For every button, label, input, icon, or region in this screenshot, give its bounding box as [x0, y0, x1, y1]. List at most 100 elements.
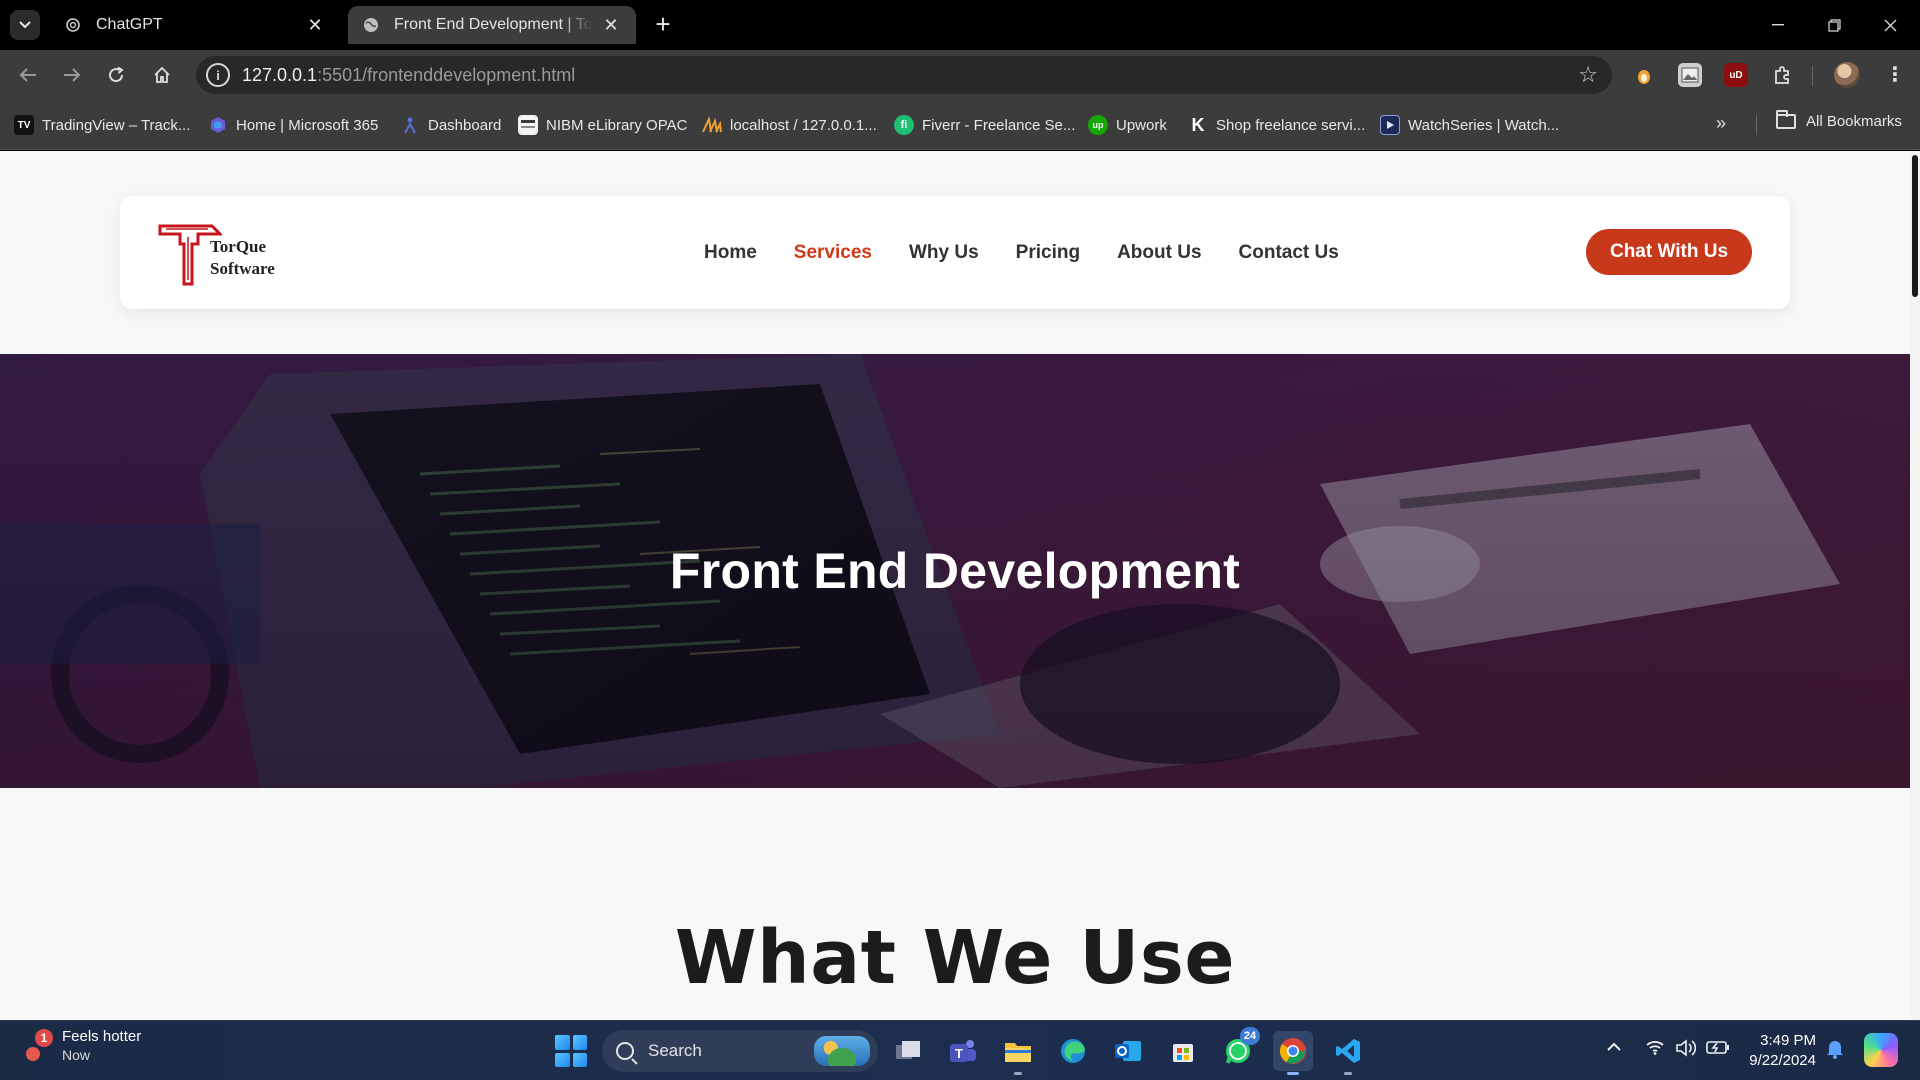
bookmark-item[interactable]: fi Fiverr - Freelance Se... [894, 113, 1075, 137]
whatsapp-icon[interactable]: 24 [1218, 1027, 1260, 1071]
weather-subtitle: Now [62, 1047, 91, 1063]
tab-front-end-development[interactable]: Front End Development | TorqueSoftware ✕ [348, 6, 636, 44]
bookmark-label: Fiverr - Freelance Se... [922, 116, 1076, 134]
nav-home[interactable]: Home [704, 242, 757, 264]
wifi-icon[interactable] [1645, 1039, 1665, 1060]
scrollbar-thumb[interactable] [1912, 155, 1918, 297]
vscode-icon[interactable] [1328, 1031, 1368, 1075]
close-window-button[interactable] [1870, 8, 1910, 42]
bookmark-label: TradingView – Track... [42, 116, 191, 134]
chat-with-us-button[interactable]: Chat With Us [1586, 229, 1752, 275]
url-text: 127.0.0.1:5501/frontenddevelopment.html [242, 65, 576, 85]
file-explorer-icon[interactable] [998, 1031, 1038, 1075]
bookmark-label: NIBM eLibrary OPAC [546, 116, 688, 134]
upwork-icon: up [1088, 115, 1108, 135]
minimize-icon [1772, 24, 1784, 26]
bookmark-label: WatchSeries | Watch... [1408, 116, 1560, 134]
extensions-puzzle-icon[interactable] [1770, 63, 1794, 87]
nav-why-us[interactable]: Why Us [909, 242, 979, 264]
task-view-icon[interactable] [888, 1031, 928, 1071]
battery-icon[interactable] [1706, 1039, 1730, 1060]
nav-services[interactable]: Services [794, 242, 872, 264]
restore-icon [1827, 18, 1841, 32]
home-button[interactable] [146, 59, 178, 91]
bookmark-item[interactable]: up Upwork [1088, 113, 1167, 137]
teams-icon[interactable]: T [943, 1031, 983, 1071]
bookmark-separator [1756, 115, 1757, 135]
extension-screenshot-icon[interactable] [1678, 63, 1702, 87]
bookmark-star-icon[interactable]: ☆ [1578, 62, 1598, 88]
page-scrollbar[interactable] [1910, 151, 1920, 1020]
watchseries-icon [1380, 115, 1400, 135]
hero-banner: Front End Development [0, 354, 1910, 788]
close-icon [1884, 19, 1896, 31]
show-hidden-icons-icon[interactable] [1606, 1039, 1622, 1057]
logo-line-1: TorQue [210, 237, 267, 256]
notification-bell-icon[interactable] [1826, 1039, 1844, 1059]
address-bar[interactable]: i 127.0.0.1:5501/frontenddevelopment.htm… [196, 56, 1612, 94]
page-viewport: TorQue Software Home Services Why Us Pri… [0, 151, 1920, 1020]
tab-chatgpt[interactable]: ChatGPT ✕ [50, 6, 340, 44]
bookmark-item[interactable]: Home | Microsoft 365 [208, 113, 378, 137]
extension-orange-icon[interactable] [1632, 63, 1656, 87]
whatsapp-badge: 24 [1240, 1027, 1260, 1045]
tab-search-button[interactable] [10, 10, 40, 40]
bookmark-item[interactable]: WatchSeries | Watch... [1380, 113, 1559, 137]
all-bookmarks-label: All Bookmarks [1806, 113, 1902, 130]
all-bookmarks-button[interactable]: All Bookmarks [1776, 110, 1902, 130]
fiverr-icon: fi [894, 115, 914, 135]
bookmark-item[interactable]: localhost / 127.0.0.1... [702, 113, 877, 137]
bookmark-label: Home | Microsoft 365 [236, 116, 379, 134]
weather-widget[interactable]: 1 Feels hotter Now [24, 1027, 141, 1065]
arrow-right-icon [64, 68, 81, 82]
chrome-icon[interactable] [1273, 1031, 1313, 1075]
dashboard-icon [400, 115, 420, 135]
nav-pricing[interactable]: Pricing [1016, 242, 1080, 264]
site-header: TorQue Software Home Services Why Us Pri… [120, 196, 1790, 309]
toolbar-separator [1812, 66, 1813, 86]
outlook-icon[interactable] [1108, 1031, 1148, 1071]
more-bookmarks-icon[interactable]: » [1716, 113, 1726, 134]
system-clock[interactable]: 3:49 PM 9/22/2024 [1744, 1031, 1816, 1071]
minimize-button[interactable] [1758, 8, 1798, 42]
ublock-icon[interactable]: uD [1724, 63, 1748, 87]
search-placeholder: Search [648, 1041, 702, 1060]
edge-icon[interactable] [1053, 1031, 1093, 1071]
globe-icon [362, 16, 380, 34]
new-tab-button[interactable]: + [650, 11, 676, 38]
browser-tab-strip: ChatGPT ✕ Front End Development | Torque… [0, 0, 1920, 50]
tradingview-icon: TV [14, 115, 34, 135]
bookmark-item[interactable]: Dashboard [400, 113, 501, 137]
microsoft-store-icon[interactable] [1163, 1031, 1203, 1071]
start-button[interactable] [555, 1035, 587, 1067]
clock-time: 3:49 PM [1760, 1032, 1816, 1049]
browser-menu-icon[interactable]: ⋮ [1880, 60, 1910, 90]
home-icon [154, 66, 170, 83]
profile-avatar[interactable] [1834, 62, 1860, 88]
tab-label: Front End Development | TorqueSoftware [394, 16, 592, 33]
phpmyadmin-icon [702, 115, 722, 135]
info-icon[interactable]: i [206, 63, 230, 87]
clock-date: 9/22/2024 [1749, 1052, 1816, 1069]
weather-title: Feels hotter [62, 1028, 142, 1045]
taskbar-search[interactable]: Search [602, 1030, 878, 1072]
bookmark-item[interactable]: NIBM eLibrary OPAC [518, 113, 687, 137]
nav-about-us[interactable]: About Us [1117, 242, 1201, 264]
reload-icon [109, 66, 124, 83]
search-highlight-image [814, 1036, 870, 1066]
close-icon[interactable]: ✕ [600, 14, 622, 36]
nav-contact-us[interactable]: Contact Us [1239, 242, 1339, 264]
back-button[interactable] [12, 59, 44, 91]
forward-button[interactable] [56, 59, 88, 91]
close-icon[interactable]: ✕ [304, 14, 326, 36]
logo-line-2: Software [210, 259, 275, 278]
copilot-icon[interactable] [1864, 1033, 1898, 1067]
reload-button[interactable] [100, 59, 132, 91]
bookmark-item[interactable]: TV TradingView – Track... [14, 113, 190, 137]
folder-icon [1776, 110, 1796, 129]
restore-button[interactable] [1814, 8, 1854, 42]
volume-icon[interactable] [1675, 1039, 1697, 1062]
bookmark-item[interactable]: K Shop freelance servi... [1188, 113, 1366, 137]
bookmark-label: Upwork [1116, 116, 1167, 134]
site-logo[interactable]: TorQue Software [156, 220, 296, 286]
